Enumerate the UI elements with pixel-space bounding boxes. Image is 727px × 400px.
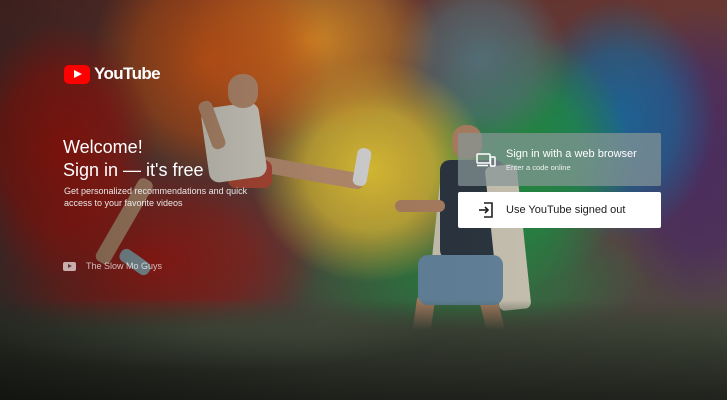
video-credit: The Slow Mo Guys [63, 261, 162, 271]
youtube-logo-text: YouTube [94, 64, 161, 83]
youtube-logo: YouTube [64, 64, 161, 84]
welcome-heading: Welcome! Sign in — it's free [63, 136, 204, 182]
use-signed-out-label: Use YouTube signed out [506, 203, 626, 216]
welcome-line: Welcome! [63, 137, 143, 157]
sign-in-web-browser-button[interactable]: Sign in with a web browser Enter a code … [458, 133, 661, 186]
devices-icon [476, 152, 496, 167]
sign-in-web-browser-texts: Sign in with a web browser Enter a code … [506, 148, 637, 172]
youtube-icon [63, 261, 76, 271]
sign-in-free-line: Sign in — it's free [63, 160, 204, 180]
sign-in-web-browser-hint: Enter a code online [506, 162, 571, 172]
sign-in-arrow-icon [479, 202, 493, 218]
use-signed-out-button[interactable]: Use YouTube signed out [458, 192, 661, 228]
sign-in-screen: YouTube Welcome! Sign in — it's free Get… [0, 0, 727, 400]
welcome-subtitle: Get personalized recommendations and qui… [64, 186, 248, 208]
youtube-play-icon [64, 64, 90, 84]
credit-channel-name: The Slow Mo Guys [86, 261, 163, 271]
sign-in-web-browser-label: Sign in with a web browser [506, 147, 637, 160]
